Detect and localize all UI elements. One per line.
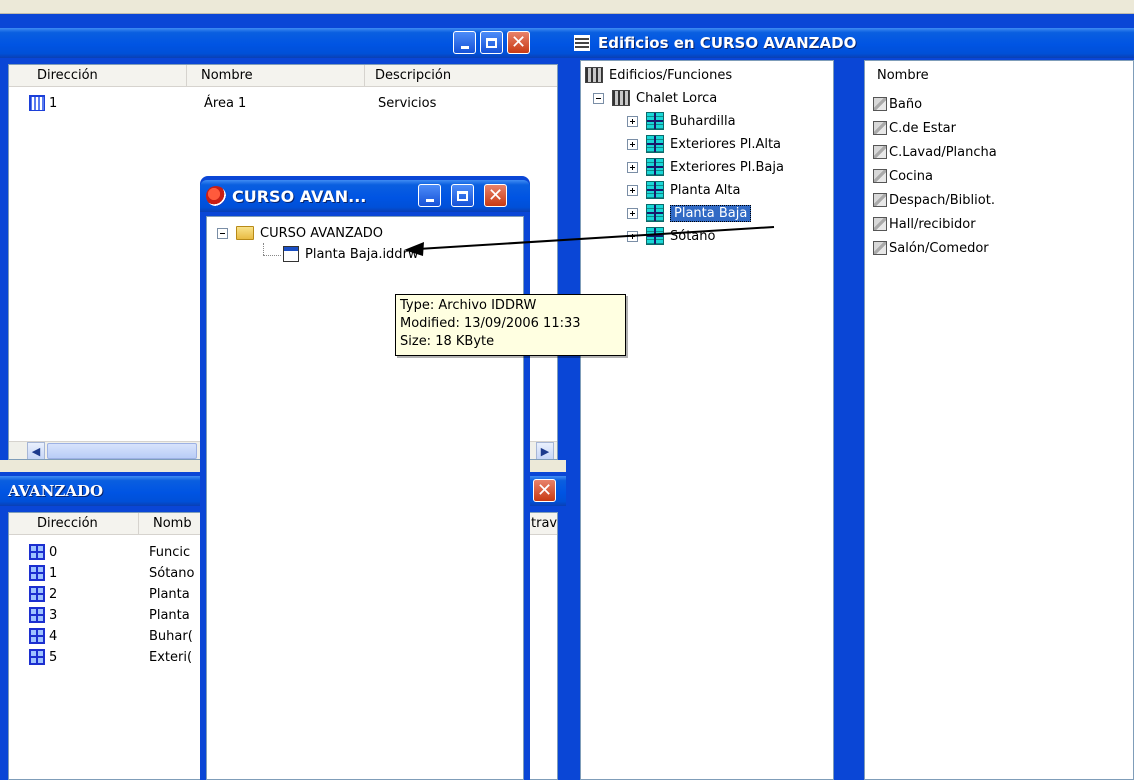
- drag-arrow: [404, 226, 775, 256]
